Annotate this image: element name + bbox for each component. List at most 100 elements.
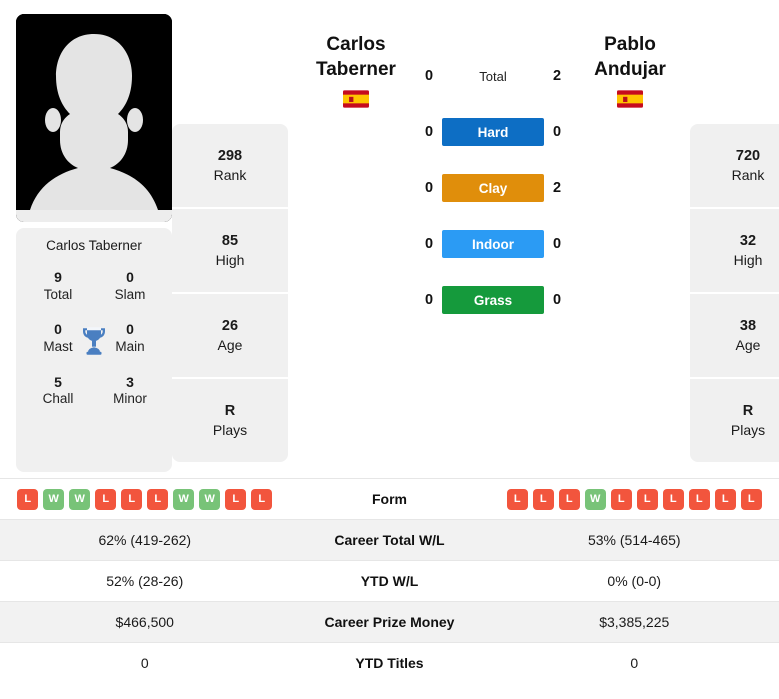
left-form-badges: LWWLLLWWLL [17,488,273,510]
right-ytd-wl: 0% (0-0) [607,573,662,589]
h2h-hard-row: 0 Hard 0 [416,118,570,146]
right-form-badge: L [636,488,658,510]
value: 298 [217,147,243,164]
h2h-clay-row: 0 Clay 2 [416,174,570,202]
label: Total [43,286,73,302]
right-first-name: Pablo [604,34,656,55]
h2h-indoor-right-score: 0 [552,236,562,252]
left-ytd-titles: 0 [140,655,149,671]
flag-spain-icon [343,90,369,108]
right-stat-rank: 720 Rank [690,124,779,207]
flag-spain-icon [617,90,643,108]
right-form-badge: L [610,488,632,510]
left-form-cell: LWWLLLWWLL [0,488,290,510]
left-stat-high: 85 High [172,209,288,292]
h2h-grass-right-score: 0 [552,292,562,308]
h2h-indoor-row: 0 Indoor 0 [416,230,570,258]
trophy-icon [83,326,105,355]
h2h-clay-left-score: 0 [424,180,434,196]
value: 9 [54,269,62,285]
table-row-career-prize-money: $466,500 Career Prize Money $3,385,225 [0,601,779,642]
left-last-name: Taberner [316,59,396,81]
left-stat-age: 26 Age [172,294,288,377]
right-last-name: Andujar [594,59,666,81]
left-stat-rank: 298 Rank [172,124,288,207]
left-form-badge: W [173,488,195,510]
right-ytd-titles: 0 [630,655,639,671]
right-stat-plays: R Plays [690,379,779,462]
left-player-name-block[interactable]: Carlos Taberner [296,14,416,108]
label: High [733,251,763,268]
table-row-form: LWWLLLWWLL Form LLLWLLLLLL [0,478,779,519]
left-form-badge: L [95,488,117,510]
right-form-badge: W [584,488,606,510]
left-career-prize-money: $466,500 [115,614,174,630]
h2h-indoor-left-score: 0 [424,236,434,252]
table-row-ytd-titles: 0 YTD Titles 0 [0,642,779,683]
label: High [215,251,245,268]
right-form-badge: L [662,488,684,510]
left-ytd-wl: 52% (28-26) [106,573,184,589]
surface-pill-grass[interactable]: Grass [442,286,544,314]
h2h-clay-right-score: 2 [552,180,562,196]
value: 720 [735,147,761,164]
left-title-chall: 5 Chall [22,374,94,408]
left-stat-plays: R Plays [172,379,288,462]
label: Rank [213,166,247,183]
value: 26 [221,317,239,334]
left-form-badge: W [199,488,221,510]
label: Rank [731,166,765,183]
row-label-career-total-wl: Career Total W/L [334,532,445,548]
surface-pill-indoor[interactable]: Indoor [442,230,544,258]
row-label-career-prize-money: Career Prize Money [324,614,455,630]
left-titles-name: Carlos Taberner [46,238,142,253]
right-stat-age: 38 Age [690,294,779,377]
right-stat-column: 720 Rank 32 High 38 Age R Plays [690,124,779,462]
h2h-grass-left-score: 0 [424,292,434,308]
comparison-header: Carlos Taberner 9 Total 0 Slam 0 Mast 0 … [0,0,779,478]
value: 5 [54,373,62,390]
h2h-total-row: 0 Total 2 [416,62,570,90]
left-title-slam: 0 Slam [94,269,166,303]
table-row-career-total-wl: 62% (419-262) Career Total W/L 53% (514-… [0,519,779,560]
left-player-photo[interactable] [16,14,172,222]
right-form-badge: L [688,488,710,510]
value: 85 [221,232,239,249]
left-titles-grid: 9 Total 0 Slam 0 Mast 0 Main 5 Chall 3 M… [22,269,166,408]
left-form-badge: L [121,488,143,510]
right-form-cell: LLLWLLLLLL [490,488,779,510]
table-row-ytd-wl: 52% (28-26) YTD W/L 0% (0-0) [0,560,779,601]
right-career-total-wl: 53% (514-465) [587,532,681,548]
left-career-total-wl: 62% (419-262) [98,532,192,548]
label: Age [217,336,243,353]
surface-pill-clay[interactable]: Clay [442,174,544,202]
left-first-name: Carlos [326,34,386,55]
left-form-badge: L [17,488,39,510]
left-form-badge: W [69,488,91,510]
label: Plays [730,421,766,438]
right-form-badge: L [740,488,762,510]
surface-pill-hard[interactable]: Hard [442,118,544,146]
left-player-column: Carlos Taberner 9 Total 0 Slam 0 Mast 0 … [16,14,172,472]
row-label-ytd-titles: YTD Titles [355,655,424,671]
right-player-name-block[interactable]: Pablo Andujar [570,14,690,108]
right-form-badges: LLLWLLLLLL [506,488,762,510]
right-career-prize-money: $3,385,225 [599,614,670,630]
left-form-badge: W [43,488,65,510]
value: 0 [126,269,134,285]
label: Slam [114,286,146,302]
right-stat-high: 32 High [690,209,779,292]
right-form-badge: L [532,488,554,510]
left-titles-card: Carlos Taberner 9 Total 0 Slam 0 Mast 0 … [16,228,172,472]
label: Plays [212,421,248,438]
h2h-grass-row: 0 Grass 0 [416,286,570,314]
label: Minor [113,391,147,407]
value: 38 [739,317,757,334]
player-photo-placeholder-icon [16,14,172,222]
h2h-total-left-score: 0 [424,68,434,84]
h2h-total-right-score: 2 [552,68,562,84]
left-title-minor: 3 Minor [94,374,166,408]
left-title-total: 9 Total [22,269,94,303]
h2h-hard-left-score: 0 [424,124,434,140]
value: 32 [739,232,757,249]
